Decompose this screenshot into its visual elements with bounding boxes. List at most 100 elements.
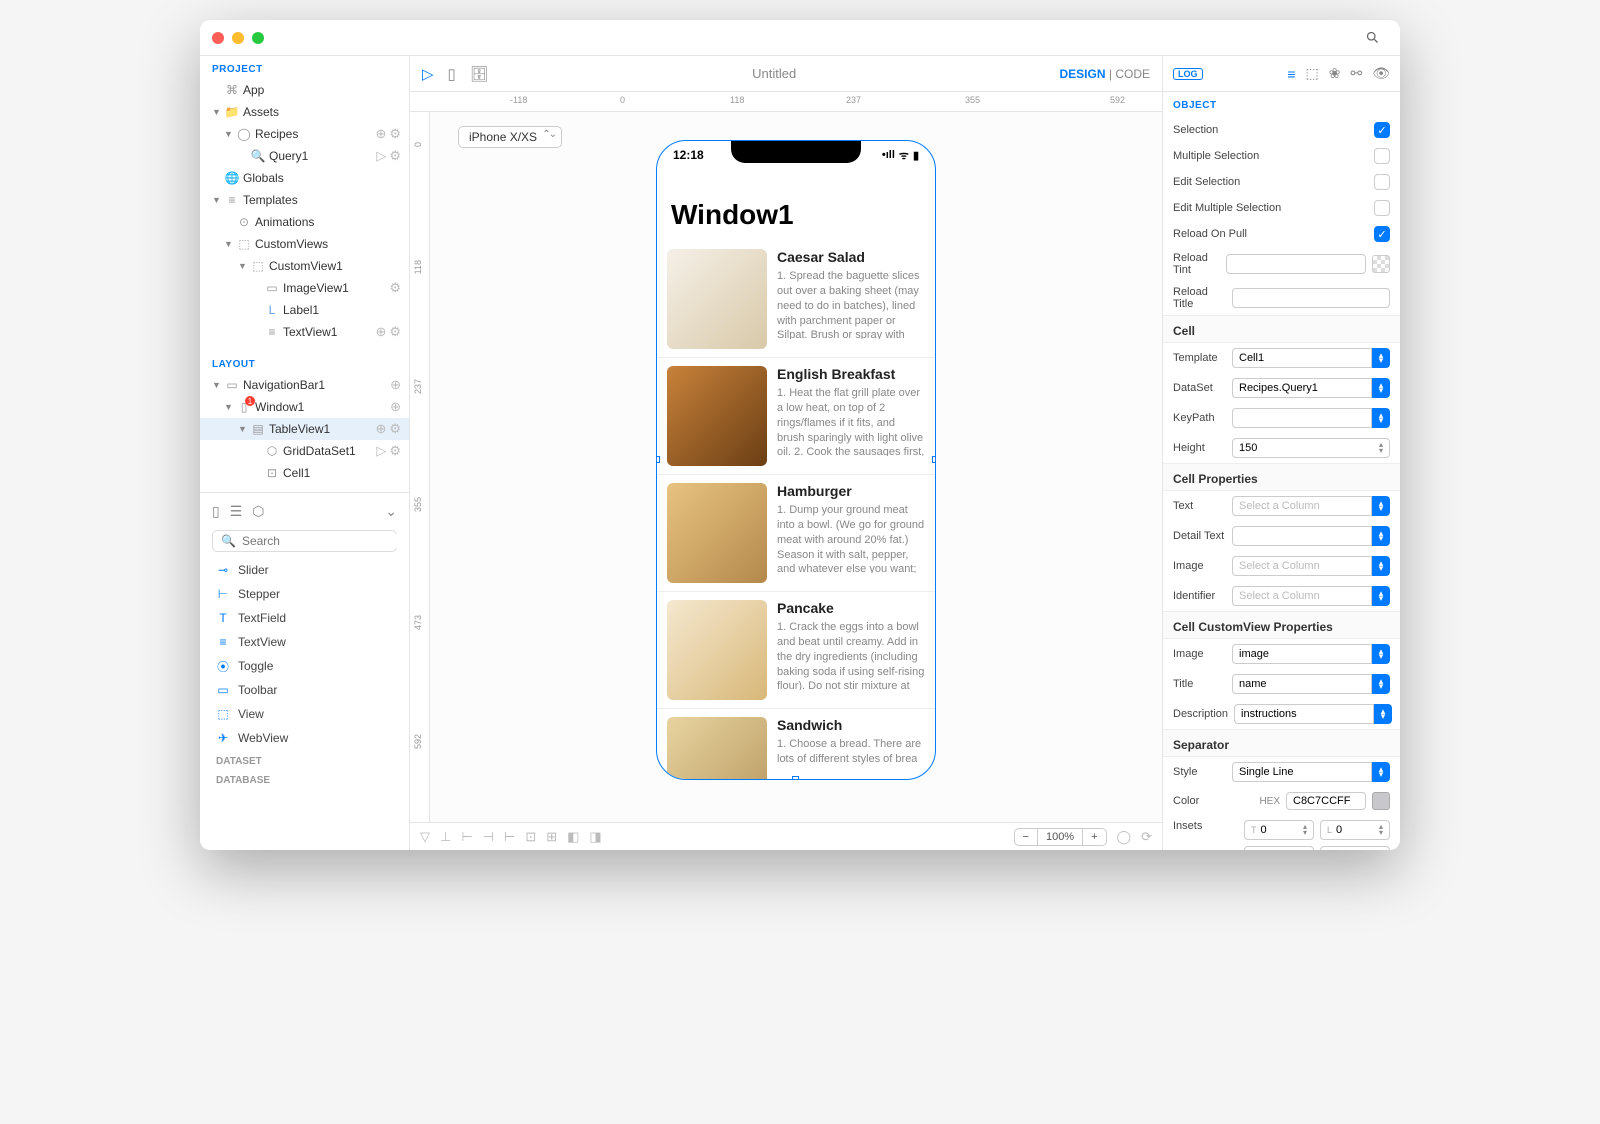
cube-icon[interactable]: ⬡ bbox=[252, 503, 264, 520]
item-actions[interactable]: ⊕ bbox=[390, 377, 401, 393]
device-preview[interactable]: 12:18 •ıllᯤ▮ Window1 Caesar Salad1. Spre… bbox=[656, 140, 936, 780]
select-button[interactable]: ▴▾ bbox=[1374, 704, 1392, 724]
tree-item-app[interactable]: ⌘App bbox=[200, 79, 409, 101]
align-icon[interactable]: ⊡ bbox=[525, 829, 536, 845]
fit-icon[interactable]: ⟳ bbox=[1141, 829, 1152, 845]
recipe-row[interactable]: Hamburger1. Dump your ground meat into a… bbox=[657, 475, 935, 592]
select-button[interactable]: ▴▾ bbox=[1372, 378, 1390, 398]
tree-item-globals[interactable]: 🌐Globals bbox=[200, 167, 409, 189]
select[interactable]: image bbox=[1232, 644, 1372, 664]
gear-icon[interactable]: ⚙ bbox=[389, 148, 401, 164]
resize-handle[interactable] bbox=[932, 776, 936, 780]
color-swatch[interactable] bbox=[1372, 792, 1390, 810]
tree-item-query1[interactable]: 🔍Query1▷⚙ bbox=[200, 145, 409, 167]
align-icon[interactable]: ⊥ bbox=[440, 829, 451, 845]
select-button[interactable]: ▴▾ bbox=[1372, 762, 1390, 782]
item-actions[interactable]: ⊕⚙ bbox=[375, 421, 401, 437]
play-icon[interactable]: ▷ bbox=[376, 443, 386, 459]
align-icon[interactable]: ⊣ bbox=[483, 829, 494, 845]
log-tab[interactable]: LOG bbox=[1173, 68, 1203, 80]
tree-item-assets[interactable]: ▼📁Assets bbox=[200, 101, 409, 123]
inset-left[interactable]: L0▴▾ bbox=[1320, 820, 1390, 840]
tree-item-imageview1[interactable]: ▭ImageView1⚙ bbox=[200, 277, 409, 299]
inset-bottom[interactable]: B0▴▾ bbox=[1244, 846, 1314, 850]
gear-icon[interactable]: ⚙ bbox=[389, 443, 401, 459]
design-tab[interactable]: DESIGN bbox=[1060, 67, 1106, 81]
chevron-down-icon[interactable]: ⌄ bbox=[385, 503, 397, 520]
gear-icon[interactable]: ⚙ bbox=[389, 421, 401, 437]
play-button[interactable]: ▷ bbox=[422, 65, 434, 83]
checkbox[interactable] bbox=[1374, 148, 1390, 164]
select[interactable]: Select a Column bbox=[1232, 586, 1372, 606]
search-input[interactable] bbox=[242, 534, 397, 548]
gear-icon[interactable]: ⚙ bbox=[389, 280, 401, 296]
select-button[interactable]: ▴▾ bbox=[1372, 496, 1390, 516]
widget-textfield[interactable]: TTextField bbox=[208, 606, 401, 630]
widget-webview[interactable]: ✈WebView bbox=[208, 726, 401, 750]
select-button[interactable]: ▴▾ bbox=[1372, 644, 1390, 664]
zoom-control[interactable]: −100%+ bbox=[1014, 828, 1107, 846]
item-actions[interactable]: ▷⚙ bbox=[376, 443, 401, 459]
eye-icon[interactable]: 👁 bbox=[1372, 65, 1390, 82]
align-icon[interactable]: ⊢ bbox=[461, 829, 472, 845]
widget-stepper[interactable]: ⊢Stepper bbox=[208, 582, 401, 606]
zoom-out[interactable]: − bbox=[1015, 829, 1037, 845]
play-icon[interactable]: ▷ bbox=[376, 148, 386, 164]
gear-icon[interactable]: ⚙ bbox=[389, 324, 401, 340]
recipe-row[interactable]: Caesar Salad1. Spread the baguette slice… bbox=[657, 241, 935, 358]
select[interactable]: Select a Column bbox=[1232, 496, 1372, 516]
device-icon[interactable]: ▯ bbox=[448, 65, 456, 83]
device-selector[interactable]: iPhone X/XS bbox=[458, 126, 562, 148]
select[interactable]: Cell1 bbox=[1232, 348, 1372, 368]
inset-top[interactable]: T0▴▾ bbox=[1244, 820, 1314, 840]
select[interactable]: name bbox=[1232, 674, 1372, 694]
stepper[interactable]: 150▴▾ bbox=[1232, 438, 1390, 458]
select-button[interactable]: ▴▾ bbox=[1372, 586, 1390, 606]
item-actions[interactable]: ▷⚙ bbox=[376, 148, 401, 164]
align-icon[interactable]: ◧ bbox=[567, 829, 579, 845]
select-button[interactable]: ▴▾ bbox=[1372, 348, 1390, 368]
code-tab[interactable]: CODE bbox=[1115, 67, 1150, 81]
tree-item-animations[interactable]: ⊙Animations bbox=[200, 211, 409, 233]
select-button[interactable]: ▴▾ bbox=[1372, 408, 1390, 428]
zoom-in[interactable]: + bbox=[1083, 829, 1105, 845]
inset-right[interactable]: R0▴▾ bbox=[1320, 846, 1390, 850]
gear-icon[interactable]: ⚙ bbox=[389, 126, 401, 142]
text-field[interactable] bbox=[1232, 288, 1390, 308]
select-button[interactable]: ▴▾ bbox=[1372, 674, 1390, 694]
bounds-icon[interactable]: ⬚ bbox=[1306, 65, 1319, 82]
select[interactable] bbox=[1232, 408, 1372, 428]
align-icon[interactable]: ⊞ bbox=[546, 829, 557, 845]
tree-item-label1[interactable]: LLabel1 bbox=[200, 299, 409, 321]
tree-item-customviews[interactable]: ▼⬚CustomViews bbox=[200, 233, 409, 255]
add-icon[interactable]: ⊕ bbox=[390, 377, 401, 393]
checkbox[interactable]: ✓ bbox=[1374, 226, 1390, 242]
checkbox[interactable] bbox=[1374, 200, 1390, 216]
align-icon[interactable]: ▽ bbox=[420, 829, 430, 845]
add-icon[interactable]: ⊕ bbox=[375, 324, 386, 340]
tree-item-recipes[interactable]: ▼◯Recipes⊕⚙ bbox=[200, 123, 409, 145]
recipe-row[interactable]: English Breakfast1. Heat the flat grill … bbox=[657, 358, 935, 475]
select[interactable]: Recipes.Query1 bbox=[1232, 378, 1372, 398]
align-icon[interactable]: ◨ bbox=[589, 829, 601, 845]
checkbox[interactable]: ✓ bbox=[1374, 122, 1390, 138]
add-icon[interactable]: ⊕ bbox=[390, 399, 401, 415]
color-field[interactable] bbox=[1226, 254, 1366, 274]
search-icon[interactable] bbox=[1365, 30, 1380, 45]
swatch[interactable] bbox=[1372, 255, 1390, 273]
resize-handle[interactable] bbox=[792, 776, 799, 780]
select[interactable]: Select a Column bbox=[1232, 556, 1372, 576]
fit-icon[interactable]: ◯ bbox=[1117, 829, 1132, 845]
item-actions[interactable]: ⊕⚙ bbox=[375, 324, 401, 340]
item-actions[interactable]: ⊕ bbox=[390, 399, 401, 415]
widget-view[interactable]: ⬚View bbox=[208, 702, 401, 726]
tree-item-textview1[interactable]: ≡TextView1⊕⚙ bbox=[200, 321, 409, 343]
recipe-row[interactable]: Pancake1. Crack the eggs into a bowl and… bbox=[657, 592, 935, 709]
close-button[interactable] bbox=[212, 32, 224, 44]
tree-item-cell1[interactable]: ⊡Cell1 bbox=[200, 462, 409, 484]
resize-handle[interactable] bbox=[656, 776, 660, 780]
select[interactable] bbox=[1232, 526, 1372, 546]
add-icon[interactable]: ⊕ bbox=[375, 421, 386, 437]
maximize-button[interactable] bbox=[252, 32, 264, 44]
widget-slider[interactable]: ⊸Slider bbox=[208, 558, 401, 582]
